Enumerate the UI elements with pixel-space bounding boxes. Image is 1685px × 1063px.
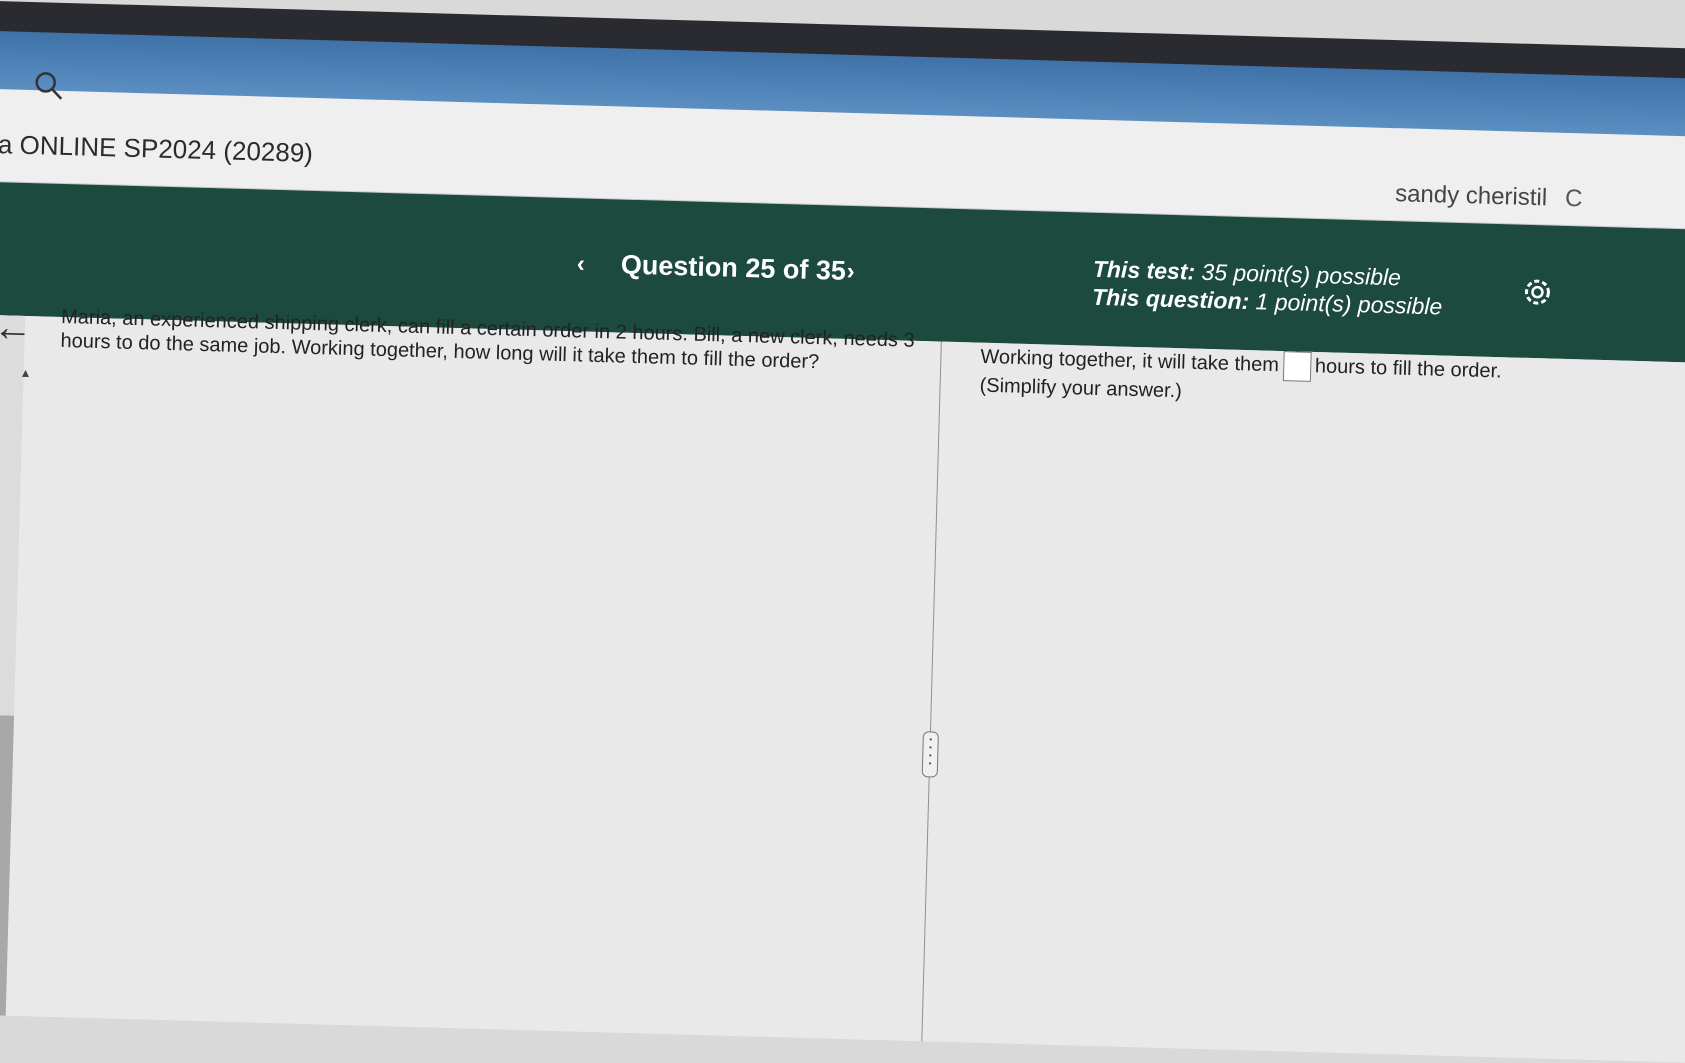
test-points-value: 35 point(s) possible [1201,258,1402,291]
answer-prefix: Working together, it will take them [980,345,1280,377]
pane-resize-handle[interactable] [921,731,939,778]
question-area: ▲ ← Maria, an experienced shipping clerk… [0,305,1685,1063]
user-name[interactable]: sandy cheristil [1395,180,1548,212]
test-points-label: This test: [1092,255,1196,285]
question-counter: Question 25 of 35 [620,249,847,286]
question-points-value: 1 point(s) possible [1255,288,1443,320]
gear-icon[interactable] [1520,275,1555,310]
chevron-left-icon[interactable]: ‹ [576,250,585,278]
user-menu-partial[interactable]: C [1565,185,1583,213]
question-points-label: This question: [1091,283,1250,315]
answer-suffix: hours to fill the order. [1314,355,1502,383]
course-title: a ONLINE SP2024 (20289) [0,129,314,168]
scroll-up-icon[interactable]: ▲ [19,366,31,380]
chevron-right-icon[interactable]: › [846,258,855,286]
screen: a ONLINE SP2024 (20289) sandy cheristil … [0,0,1685,1063]
scrollbar-thumb[interactable] [0,715,15,1016]
answer-input[interactable] [1282,351,1312,382]
search-icon[interactable] [33,70,64,101]
points-info: This test: 35 point(s) possible This que… [1092,255,1444,321]
pane-divider [921,341,942,1042]
back-arrow-icon[interactable]: ← [0,305,33,351]
